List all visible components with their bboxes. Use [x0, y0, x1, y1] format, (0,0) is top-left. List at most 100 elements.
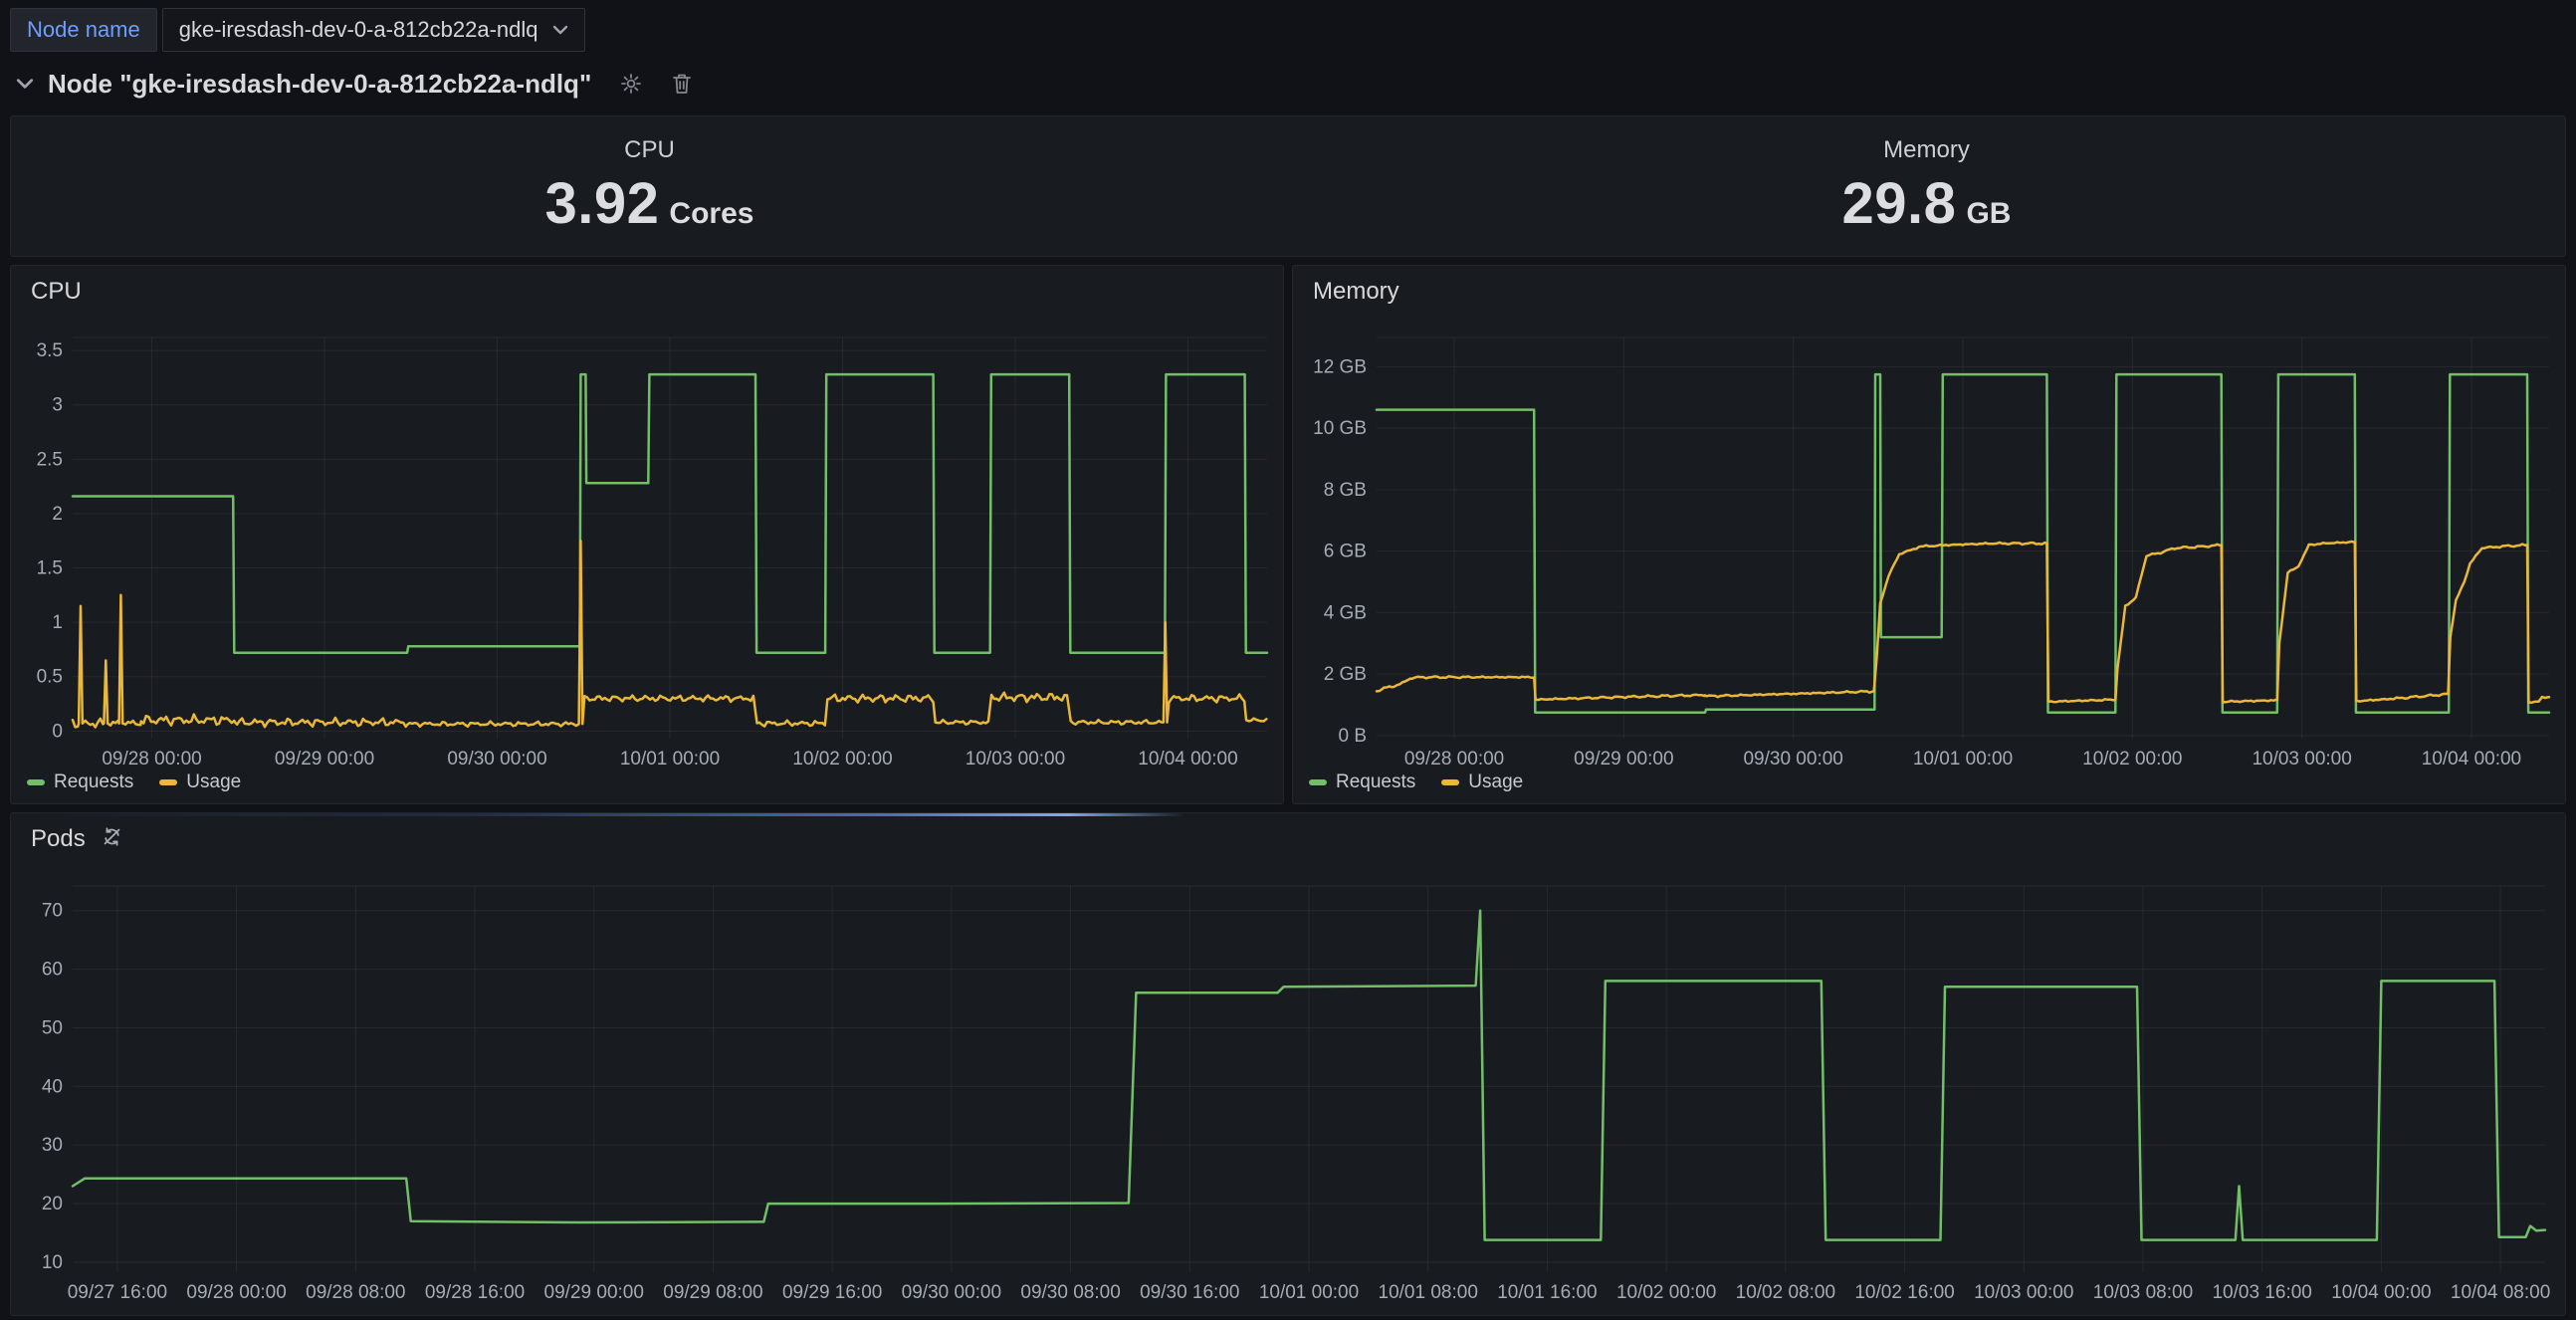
svg-text:09/28 00:00: 09/28 00:00	[186, 1282, 286, 1303]
svg-text:8 GB: 8 GB	[1324, 480, 1367, 501]
svg-text:3.5: 3.5	[37, 340, 63, 361]
svg-text:0 B: 0 B	[1338, 726, 1367, 747]
stats-panel: CPU 3.92 Cores Memory 29.8 GB	[10, 115, 2566, 257]
legend-swatch	[27, 779, 45, 785]
svg-text:2: 2	[52, 504, 63, 525]
svg-text:09/29 00:00: 09/29 00:00	[1574, 749, 1673, 770]
svg-text:10/02 00:00: 10/02 00:00	[2082, 749, 2182, 770]
svg-text:40: 40	[42, 1076, 63, 1097]
legend-swatch	[1309, 779, 1327, 785]
svg-text:2.5: 2.5	[37, 449, 63, 470]
svg-text:10/01 08:00: 10/01 08:00	[1379, 1282, 1478, 1303]
svg-text:09/28 16:00: 09/28 16:00	[425, 1282, 525, 1303]
trash-icon[interactable]	[671, 72, 693, 96]
svg-text:4 GB: 4 GB	[1324, 602, 1367, 623]
svg-text:09/29 00:00: 09/29 00:00	[275, 749, 374, 770]
gear-icon[interactable]	[619, 72, 643, 96]
stat-title: CPU	[624, 136, 675, 164]
stat-value: 29.8	[1842, 170, 1957, 237]
legend-label: Requests	[54, 771, 133, 793]
variable-label: Node name	[10, 8, 157, 52]
cpu-panel: CPU 00.511.522.533.509/28 00:0009/29 00:…	[10, 265, 1284, 804]
svg-text:09/29 00:00: 09/29 00:00	[544, 1282, 644, 1303]
svg-text:70: 70	[42, 901, 63, 922]
variable-bar: Node name gke-iresdash-dev-0-a-812cb22a-…	[10, 8, 2566, 52]
legend-swatch	[1441, 779, 1459, 785]
svg-text:10/02 00:00: 10/02 00:00	[792, 749, 892, 770]
chevron-down-icon	[552, 25, 568, 35]
svg-text:10 GB: 10 GB	[1313, 418, 1367, 439]
svg-text:09/27 16:00: 09/27 16:00	[68, 1282, 167, 1303]
svg-text:09/28 00:00: 09/28 00:00	[102, 749, 201, 770]
svg-text:10/01 16:00: 10/01 16:00	[1497, 1282, 1597, 1303]
svg-text:10/01 00:00: 10/01 00:00	[1259, 1282, 1359, 1303]
svg-text:6 GB: 6 GB	[1324, 542, 1367, 562]
legend-item-requests[interactable]: Requests	[27, 771, 133, 793]
legend-item-usage[interactable]: Usage	[159, 771, 241, 793]
stat-memory: Memory 29.8 GB	[1288, 116, 2565, 256]
pods-panel: Pods 1020304050607009/27 16:0009/28 00:0…	[10, 812, 2566, 1316]
svg-text:20: 20	[42, 1194, 63, 1214]
svg-text:10/02 16:00: 10/02 16:00	[1854, 1282, 1954, 1303]
sync-disabled-icon	[102, 826, 122, 852]
legend-label: Requests	[1336, 771, 1415, 793]
node-name-value: gke-iresdash-dev-0-a-812cb22a-ndlq	[179, 17, 538, 43]
svg-text:09/29 16:00: 09/29 16:00	[782, 1282, 882, 1303]
memory-panel: Memory 0 B2 GB4 GB6 GB8 GB10 GB12 GB09/2…	[1292, 265, 2566, 804]
stat-unit: Cores	[669, 197, 753, 231]
stat-cpu: CPU 3.92 Cores	[11, 116, 1288, 256]
memory-legend: Requests Usage	[1309, 771, 1523, 793]
svg-text:10: 10	[42, 1252, 63, 1273]
svg-text:10/01 00:00: 10/01 00:00	[1913, 749, 2013, 770]
legend-swatch	[159, 779, 177, 785]
row-title[interactable]: Node "gke-iresdash-dev-0-a-812cb22a-ndlq…	[48, 69, 591, 100]
svg-text:10/03 16:00: 10/03 16:00	[2212, 1282, 2311, 1303]
svg-text:10/02 08:00: 10/02 08:00	[1736, 1282, 1835, 1303]
stat-title: Memory	[1883, 136, 1970, 164]
legend-label: Usage	[1468, 771, 1523, 793]
svg-text:10/03 08:00: 10/03 08:00	[2093, 1282, 2193, 1303]
svg-text:09/30 08:00: 09/30 08:00	[1020, 1282, 1120, 1303]
svg-text:10/04 00:00: 10/04 00:00	[2331, 1282, 2431, 1303]
svg-text:60: 60	[42, 960, 63, 981]
svg-text:1: 1	[52, 612, 63, 633]
grafana-dashboard: Node name gke-iresdash-dev-0-a-812cb22a-…	[0, 0, 2576, 1320]
legend-item-requests[interactable]: Requests	[1309, 771, 1415, 793]
svg-text:09/30 00:00: 09/30 00:00	[902, 1282, 1001, 1303]
row-header: Node "gke-iresdash-dev-0-a-812cb22a-ndlq…	[16, 62, 2566, 106]
pods-chart[interactable]: 1020304050607009/27 16:0009/28 00:0009/2…	[11, 813, 2565, 1315]
svg-text:0: 0	[52, 721, 63, 742]
svg-text:0.5: 0.5	[37, 667, 63, 688]
svg-text:10/03 00:00: 10/03 00:00	[966, 749, 1065, 770]
svg-text:30: 30	[42, 1135, 63, 1156]
svg-text:3: 3	[52, 395, 63, 416]
svg-text:10/02 00:00: 10/02 00:00	[1616, 1282, 1716, 1303]
stat-value-row: 29.8 GB	[1842, 170, 2012, 237]
svg-text:10/04 00:00: 10/04 00:00	[2422, 749, 2521, 770]
svg-text:10/03 00:00: 10/03 00:00	[2252, 749, 2351, 770]
node-name-dropdown[interactable]: gke-iresdash-dev-0-a-812cb22a-ndlq	[162, 8, 585, 52]
legend-label: Usage	[186, 771, 241, 793]
pods-panel-title[interactable]: Pods	[31, 825, 86, 853]
charts-row: CPU 00.511.522.533.509/28 00:0009/29 00:…	[10, 265, 2566, 804]
memory-panel-title[interactable]: Memory	[1313, 278, 1399, 306]
memory-chart[interactable]: 0 B2 GB4 GB6 GB8 GB10 GB12 GB09/28 00:00…	[1293, 266, 2565, 803]
cpu-legend: Requests Usage	[27, 771, 241, 793]
svg-text:10/04 08:00: 10/04 08:00	[2451, 1282, 2550, 1303]
stat-value-row: 3.92 Cores	[545, 170, 754, 237]
stat-value: 3.92	[545, 170, 660, 237]
svg-text:10/04 00:00: 10/04 00:00	[1138, 749, 1237, 770]
svg-text:09/30 00:00: 09/30 00:00	[1743, 749, 1842, 770]
cpu-panel-title[interactable]: CPU	[31, 278, 82, 306]
svg-text:09/28 00:00: 09/28 00:00	[1404, 749, 1504, 770]
legend-item-usage[interactable]: Usage	[1441, 771, 1523, 793]
svg-text:09/30 00:00: 09/30 00:00	[447, 749, 546, 770]
svg-text:12 GB: 12 GB	[1313, 356, 1367, 377]
panel-loading-indicator	[11, 813, 1185, 816]
row-collapse-chevron-icon[interactable]	[16, 78, 34, 90]
svg-text:09/28 08:00: 09/28 08:00	[306, 1282, 405, 1303]
svg-text:09/29 08:00: 09/29 08:00	[663, 1282, 762, 1303]
stat-unit: GB	[1966, 197, 2011, 231]
cpu-chart[interactable]: 00.511.522.533.509/28 00:0009/29 00:0009…	[11, 266, 1283, 803]
svg-text:10/03 00:00: 10/03 00:00	[1974, 1282, 2073, 1303]
